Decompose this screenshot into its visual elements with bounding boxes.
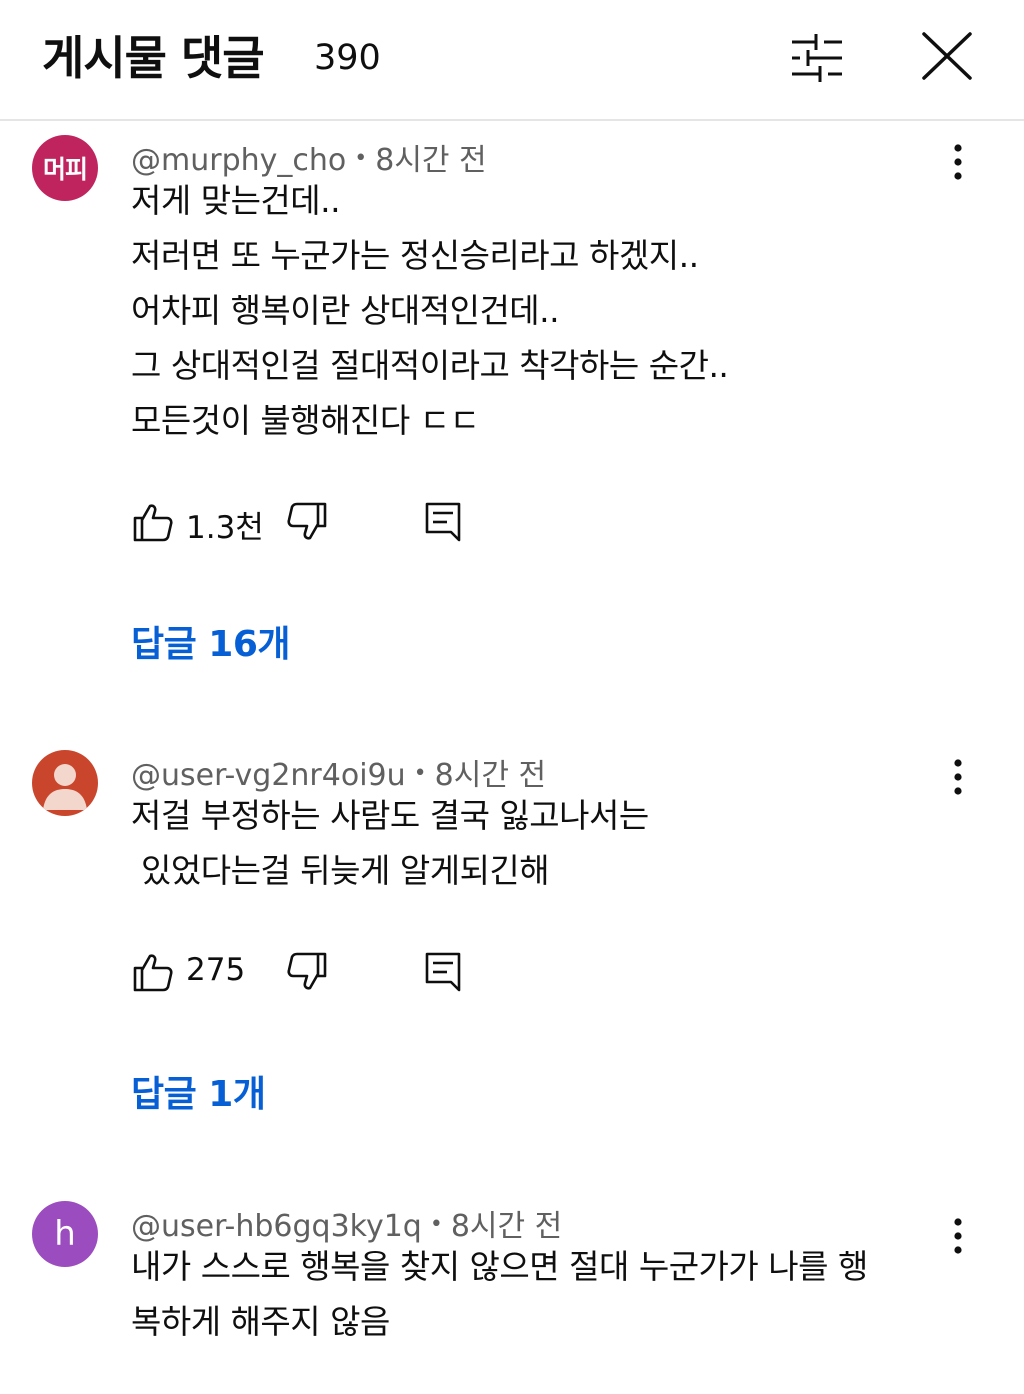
thumbs-up-icon: [133, 504, 173, 542]
avatar[interactable]: [32, 750, 98, 816]
more-options-button[interactable]: [938, 1213, 978, 1265]
avatar-initials: 머피: [42, 155, 88, 184]
sliders-icon: [792, 34, 842, 82]
more-options-button[interactable]: [938, 754, 978, 806]
meta-separator: •: [413, 761, 427, 786]
meta-separator: •: [354, 146, 368, 171]
more-vertical-icon: [954, 1218, 962, 1254]
dislike-button[interactable]: [285, 500, 329, 544]
meta-separator: •: [429, 1212, 443, 1237]
panel-header: 게시물 댓글 390: [0, 0, 1024, 121]
reply-button[interactable]: [421, 950, 465, 994]
view-replies-link[interactable]: 답글 16개: [131, 615, 291, 667]
comment-text: 저게 맞는건데.. 저러면 또 누군가는 정신승리라고 하겠지.. 어차피 행복…: [131, 181, 729, 440]
close-icon: [922, 32, 972, 80]
more-vertical-icon: [954, 759, 962, 795]
page-title: 게시물 댓글: [42, 31, 265, 85]
like-button[interactable]: [131, 500, 175, 544]
comments-panel: 게시물 댓글 390 머피 @murphy_cho • 8시간 전 저게 맞는건…: [0, 0, 1024, 1394]
comment-reply-icon: [425, 502, 461, 542]
reply-button[interactable]: [421, 500, 465, 544]
avatar[interactable]: 머피: [32, 135, 98, 201]
comment-count: 390: [314, 38, 381, 78]
like-button[interactable]: [131, 950, 175, 994]
comment-reply-icon: [425, 952, 461, 992]
like-count: 275: [186, 952, 246, 988]
comment-text: 저걸 부정하는 사람도 결국 잃고나서는 있었다는걸 뒤늦게 알게되긴해: [131, 796, 649, 890]
more-vertical-icon: [954, 144, 962, 180]
thumbs-up-icon: [133, 954, 173, 992]
avatar-initials: h: [54, 1214, 76, 1254]
default-user-icon: [43, 764, 87, 810]
like-count: 1.3천: [186, 510, 264, 546]
thumbs-down-icon: [287, 952, 327, 990]
thumbs-down-icon: [287, 502, 327, 540]
dislike-button[interactable]: [285, 950, 329, 994]
close-button[interactable]: [916, 28, 976, 88]
avatar[interactable]: h: [32, 1201, 98, 1267]
more-options-button[interactable]: [938, 139, 978, 191]
comment-text: 내가 스스로 행복을 찾지 않으면 절대 누군가가 나를 행 복하게 해주지 않…: [131, 1247, 868, 1341]
filter-button[interactable]: [786, 28, 846, 88]
view-replies-link[interactable]: 답글 1개: [131, 1065, 266, 1117]
